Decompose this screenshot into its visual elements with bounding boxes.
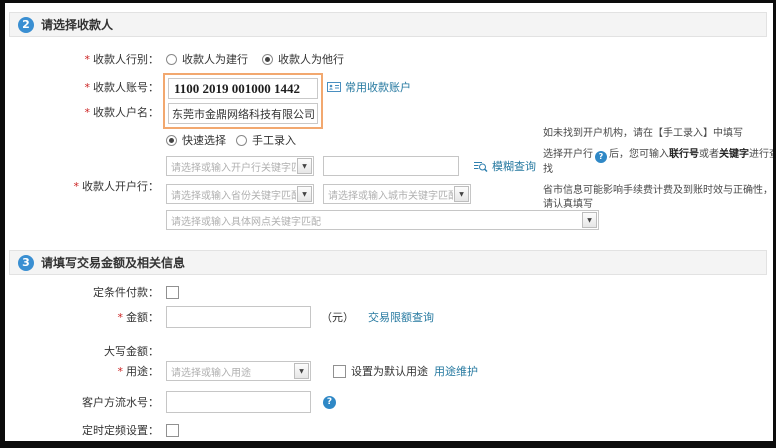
hint-bold-text: 关键字 [719,149,749,160]
dropdown-placeholder: 请选择或输入具体网点关键字匹配 [167,213,581,228]
row-payee-account: *收款人账号： [9,76,159,98]
payee-holder-label: *收款人户名： [9,104,159,120]
radio-manual-entry[interactable]: 手工录入 [236,132,296,148]
chevron-down-icon: ▼ [294,363,309,379]
fuzzy-search-icon [473,160,488,173]
row-client-serial: 客户方流水号： ? [9,390,336,414]
required-mark: * [85,106,91,119]
row-amount: *金额： （元） 交易限额查询 [9,305,434,329]
radio-unselected-icon [166,54,177,65]
row-conditional-payment: 定条件付款： [9,281,179,303]
step-2-badge: 2 [18,17,34,33]
chevron-down-icon: ▼ [454,186,469,202]
frequent-payee-linkline: 常用收款账户 [327,79,411,95]
section-header-amount: 3 请填写交易金额及相关信息 [9,250,767,275]
row-branch-keyword: 请选择或输入开户行关键字匹配 ▼ 模糊查询 [166,155,536,177]
radio-unselected-icon [236,135,247,146]
default-purpose-checkbox[interactable] [333,365,346,378]
required-mark: * [85,53,91,66]
default-purpose-label: 设置为默认用途 [351,363,428,379]
outlet-dropdown[interactable]: 请选择或输入具体网点关键字匹配 ▼ [166,210,599,230]
client-serial-input[interactable] [166,391,311,413]
required-mark: * [85,81,91,94]
transaction-limit-link[interactable]: 交易限额查询 [368,309,434,325]
radio-payee-is-ccb[interactable]: 收款人为建行 [166,51,248,67]
hint-bank-search: 选择开户行?后，您可输入联行号或者关键字进行查找 [543,148,776,177]
label-text: 收款人账号： [93,81,159,94]
help-icon[interactable]: ? [323,396,336,409]
chevron-down-icon: ▼ [297,186,312,202]
step-3-badge: 3 [18,255,34,271]
uppercase-amount-label: 大写金额： [9,343,159,359]
city-dropdown[interactable]: 请选择或输入城市关键字匹配 ▼ [323,184,471,204]
radio-selected-icon [262,54,273,65]
required-mark: * [118,311,124,324]
label-text: 金额： [126,311,159,324]
section-amount-title: 请填写交易金额及相关信息 [41,254,185,271]
row-payee-holder: *收款人户名： [9,101,159,123]
dropdown-placeholder: 请选择或输入城市关键字匹配 [324,187,453,202]
hint-bold-text: 联行号 [669,149,699,160]
fuzzy-search-link[interactable]: 模糊查询 [492,158,536,174]
label-text: 收款人开户行： [82,180,159,193]
row-payee-bank-type: *收款人行别： 收款人为建行 收款人为他行 [9,48,358,70]
radio-payee-is-other-bank[interactable]: 收款人为他行 [262,51,344,67]
amount-label: *金额： [9,309,159,325]
section-payee-title: 请选择收款人 [41,16,113,33]
radio-label: 收款人为建行 [182,51,248,67]
radio-quick-select[interactable]: 快速选择 [166,132,226,148]
radio-selected-icon [166,135,177,146]
chevron-down-icon: ▼ [297,158,312,174]
bank-keyword-dropdown[interactable]: 请选择或输入开户行关键字匹配 ▼ [166,156,314,176]
label-text: 用途： [126,365,159,378]
required-mark: * [118,365,124,378]
purpose-manage-link[interactable]: 用途维护 [434,363,478,379]
row-uppercase-amount: 大写金额： [9,340,159,362]
purpose-label: *用途： [9,363,159,379]
hint-text: 后，您可输入 [609,149,669,160]
label-text: 收款人行别： [93,53,159,66]
schedule-settings-label: 定时定频设置： [9,422,159,438]
amount-input[interactable] [166,306,311,328]
frequent-payees-link[interactable]: 常用收款账户 [345,79,411,95]
label-text: 收款人户名： [93,106,159,119]
payee-branch-label: *收款人开户行： [9,178,159,194]
radio-label: 手工录入 [252,132,296,148]
client-serial-label: 客户方流水号： [9,394,159,410]
purpose-dropdown[interactable]: 请选择或输入用途 ▼ [166,361,311,381]
contact-card-icon [327,81,341,93]
radio-label: 快速选择 [182,132,226,148]
dropdown-placeholder: 请选择或输入用途 [167,364,293,379]
conditional-payment-checkbox[interactable] [166,286,179,299]
dropdown-placeholder: 请选择或输入开户行关键字匹配 [167,159,296,174]
hint-text: 选择开户行 [543,149,593,160]
amount-unit: （元） [321,309,354,325]
payee-account-input[interactable] [168,78,318,99]
payee-highlight-group [163,73,323,129]
hint-province-city: 省市信息可能影响手续费计费及到账时效与正确性，请认真填写 [543,184,776,212]
row-entry-mode: 快速选择 手工录入 [166,129,310,151]
section-header-payee: 2 请选择收款人 [9,12,767,37]
row-branch-outlet: 请选择或输入具体网点关键字匹配 ▼ [166,209,599,231]
row-province-city: 请选择或输入省份关键字匹配 ▼ 请选择或输入城市关键字匹配 ▼ [166,183,471,205]
payee-holder-input[interactable] [168,103,318,124]
province-dropdown[interactable]: 请选择或输入省份关键字匹配 ▼ [166,184,314,204]
schedule-settings-checkbox[interactable] [166,424,179,437]
hint-text: 或者 [699,149,719,160]
bank-keyword-input[interactable] [323,156,459,176]
radio-label: 收款人为他行 [278,51,344,67]
row-purpose: *用途： 请选择或输入用途 ▼ 设置为默认用途 用途维护 [9,360,478,382]
help-icon[interactable]: ? [595,151,607,163]
branch-hints: 如未找到开户机构，请在【手工录入】中填写 选择开户行?后，您可输入联行号或者关键… [543,127,776,219]
row-payee-branch: *收款人开户行： [9,175,159,197]
conditional-payment-label: 定条件付款： [9,284,159,300]
transfer-form-page: 2 请选择收款人 *收款人行别： 收款人为建行 收款人为他行 *收款人账号： *… [0,0,776,448]
required-mark: * [74,180,80,193]
hint-manual-entry: 如未找到开户机构，请在【手工录入】中填写 [543,127,776,141]
payee-account-label: *收款人账号： [9,79,159,95]
row-schedule-settings: 定时定频设置： [9,419,179,441]
dropdown-placeholder: 请选择或输入省份关键字匹配 [167,187,296,202]
payee-bank-type-label: *收款人行别： [9,51,159,67]
